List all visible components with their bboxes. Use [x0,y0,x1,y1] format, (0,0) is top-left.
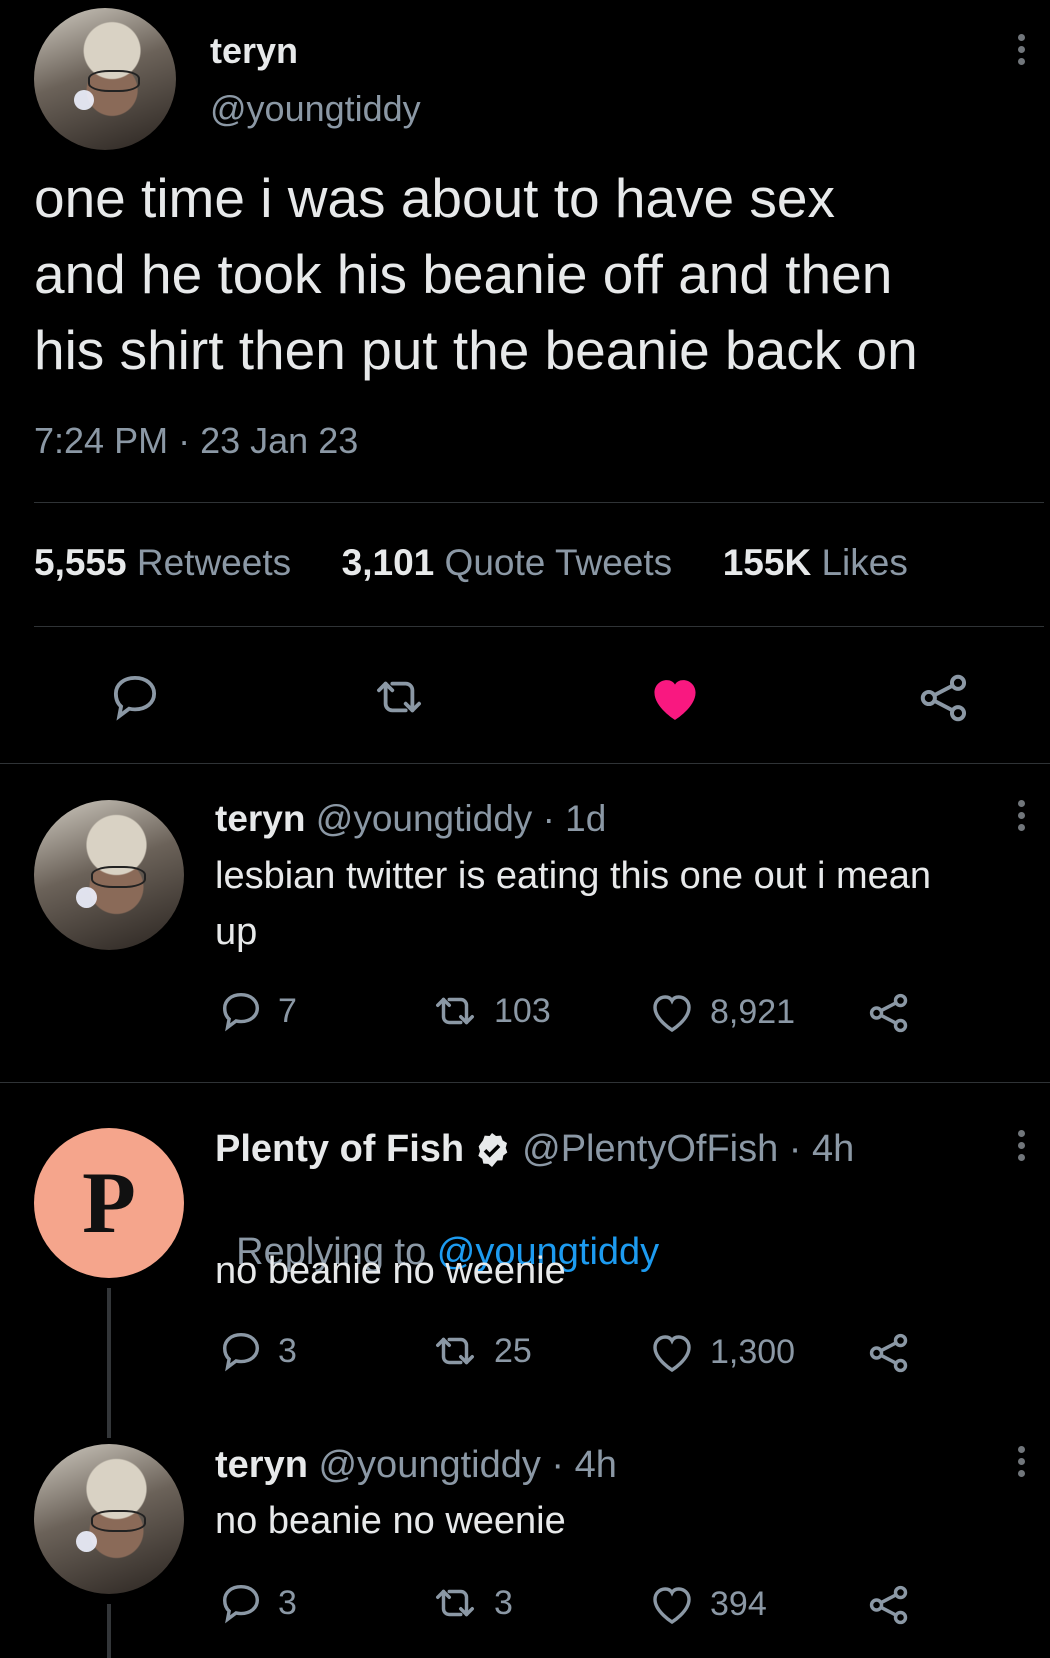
reply-count: 3 [278,1331,297,1370]
share-button[interactable] [866,1330,912,1376]
author-name[interactable]: teryn [210,30,298,72]
reply-text-line: up [215,911,258,953]
retweets-count: 5,555 [34,542,127,583]
author-handle[interactable]: @youngtiddy [316,798,533,839]
share-button[interactable] [916,670,972,726]
retweets-label: Retweets [136,542,292,583]
author-handle[interactable]: @PlentyOfFish [522,1128,778,1171]
quotes-label: Quote Tweets [444,542,673,583]
divider [0,763,1050,764]
thread-line [107,1604,111,1658]
share-button[interactable] [866,1582,912,1628]
retweet-button[interactable] [370,670,428,724]
tweet-text-line: one time i was about to have sex [34,167,836,229]
heart-icon [653,1335,691,1372]
quotes-stat[interactable]: 3,101 Quote Tweets [342,542,673,583]
like-button[interactable]: 8,921 [648,988,795,1036]
author-handle[interactable]: @youngtiddy [318,1444,540,1486]
more-icon[interactable] [1018,1446,1026,1482]
retweet-count: 3 [494,1583,513,1622]
thread-line [107,1288,111,1438]
likes-label: Likes [821,542,908,583]
retweet-count: 25 [494,1331,532,1370]
retweet-button[interactable]: 25 [430,1328,532,1374]
like-count: 394 [710,1584,767,1623]
reply-header: teryn @youngtiddy · 1d [215,798,606,840]
tweet-text-line: his shirt then put the beanie back on [34,319,918,381]
reply-count: 7 [278,991,297,1030]
share-button[interactable] [866,990,912,1036]
more-icon[interactable] [1018,1130,1026,1166]
like-button[interactable]: 1,300 [648,1328,795,1376]
quotes-count: 3,101 [341,542,435,583]
retweet-icon [377,681,421,713]
retweet-count: 103 [494,991,551,1030]
tweet-date: 23 Jan 23 [200,420,359,461]
author-name[interactable]: Plenty of Fish [215,1128,464,1171]
reply-text-line: lesbian twitter is eating this one out i… [215,855,932,897]
author-handle[interactable]: @youngtiddy [210,88,421,130]
more-icon[interactable] [1018,34,1026,70]
avatar[interactable]: P [34,1128,184,1278]
divider [34,626,1044,627]
reply-text: lesbian twitter is eating this one out i… [215,848,931,960]
reply-text: no beanie no weenie [215,1250,566,1293]
divider [34,502,1044,503]
reply-text-line: no beanie no weenie [215,1500,566,1542]
author-name[interactable]: teryn [215,798,305,839]
heart-icon [653,995,691,1032]
tweet-timestamp[interactable]: 7:24 PM · 23 Jan 23 [34,420,358,462]
share-icon [869,1333,908,1373]
like-button[interactable] [646,668,704,726]
like-button[interactable]: 394 [648,1580,767,1628]
share-icon [869,993,908,1033]
heart-icon [653,1587,691,1624]
reply-button[interactable]: 7 [218,988,297,1034]
avatar-logo-letter: P [82,1154,136,1252]
tweet-time: 7:24 PM [34,420,169,461]
retweet-button[interactable]: 3 [430,1580,513,1626]
avatar[interactable] [34,1444,184,1594]
retweet-icon [436,997,474,1025]
reply-icon [113,675,157,721]
author-name[interactable]: teryn [215,1444,308,1486]
reply-count: 3 [278,1583,297,1622]
likes-count: 155K [722,542,812,583]
more-icon[interactable] [1018,800,1026,836]
reply-button[interactable]: 3 [218,1328,297,1374]
reply-text: no beanie no weenie [215,1500,566,1543]
share-icon [869,1585,908,1625]
retweet-button[interactable]: 103 [430,988,551,1034]
reply-header: teryn @youngtiddy · 4h [215,1444,617,1487]
tweet-text: one time i was about to have sex and he … [34,160,918,388]
likes-stat[interactable]: 155K Likes [723,542,908,583]
avatar[interactable] [34,8,176,150]
engagement-stats: 5,555 Retweets 3,101 Quote Tweets 155K L… [34,542,908,584]
avatar[interactable] [34,800,184,950]
reply-time: · 4h [778,1128,855,1170]
verified-badge-icon [478,1132,508,1167]
reply-button[interactable] [108,670,162,724]
retweets-stat[interactable]: 5,555 Retweets [34,542,291,583]
reply-icon [222,992,260,1032]
separator-dot: · [178,420,191,461]
retweet-icon [436,1589,474,1617]
heart-icon [654,680,696,720]
reply-text-line: no beanie no weenie [215,1250,566,1292]
tweet-text-line: and he took his beanie off and then [34,243,893,305]
reply-time: · 4h [540,1444,617,1486]
reply-button[interactable]: 3 [218,1580,297,1626]
share-icon [920,674,967,722]
reply-header: Plenty of Fish @PlentyOfFish · 4h [215,1128,854,1171]
like-count: 8,921 [710,992,796,1031]
reply-time: · 1d [532,798,607,839]
reply-icon [222,1332,260,1372]
like-count: 1,300 [710,1332,796,1371]
retweet-icon [436,1337,474,1365]
divider [0,1082,1050,1083]
reply-icon [222,1584,260,1624]
